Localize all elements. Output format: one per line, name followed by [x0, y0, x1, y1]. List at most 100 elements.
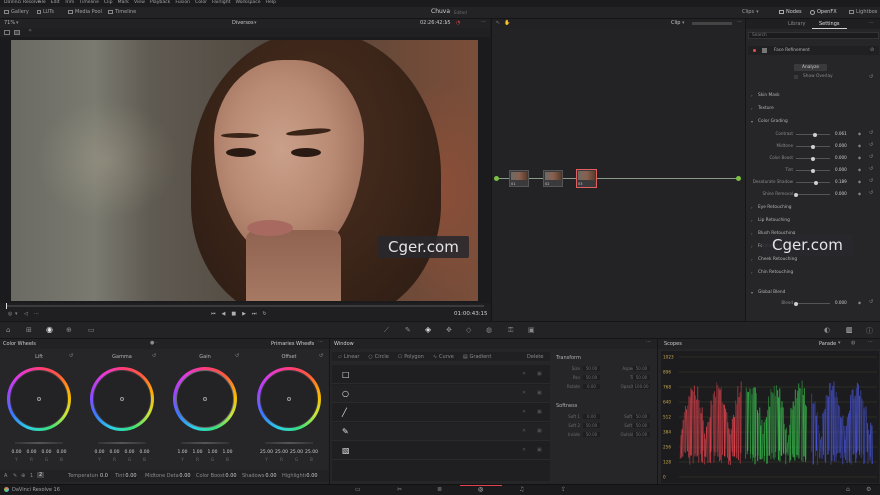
lightbox-button[interactable]: Lightbox — [849, 9, 878, 15]
wheel-value[interactable]: 1.00 — [205, 450, 220, 455]
keyframe-icon[interactable]: ◆ — [858, 300, 861, 305]
loop-icon[interactable]: ◎ — [8, 311, 12, 317]
info-icon[interactable]: ⓘ — [866, 326, 873, 336]
gear-icon[interactable]: ⚙ — [866, 486, 871, 493]
wheel-reset-icon[interactable]: ↺ — [319, 353, 323, 359]
picker-icon[interactable]: ✎ — [13, 473, 17, 479]
param-field[interactable]: 50.00 — [583, 423, 600, 428]
scopes-mode[interactable]: Parade — [819, 341, 836, 347]
scope-settings-icon[interactable]: ◍ — [851, 340, 855, 346]
window-tool-polygon[interactable]: ⬠ Polygon — [398, 354, 424, 360]
slider-knob[interactable] — [811, 156, 815, 161]
wheel-value[interactable]: 0.00 — [9, 450, 24, 455]
shuffle-icon[interactable]: ⋯ — [34, 311, 39, 317]
window-row[interactable] — [332, 423, 550, 441]
menu-item[interactable]: Workspace — [235, 0, 260, 7]
reset-icon[interactable]: ↺ — [869, 74, 873, 80]
effect-enable-dot[interactable] — [753, 49, 756, 52]
param-field[interactable]: 100.00 — [633, 384, 650, 389]
invert-icon[interactable]: ✕ — [522, 390, 526, 396]
auto-balance-icon[interactable]: A — [4, 473, 7, 479]
param-field[interactable]: 0.00 — [583, 414, 600, 419]
param-slider[interactable] — [794, 192, 830, 197]
highlights-value[interactable]: 0.00 — [306, 473, 318, 479]
clip-name[interactable]: Diversos — [232, 20, 254, 26]
param-field[interactable]: 50.00 — [583, 432, 600, 437]
layout-split-icon[interactable] — [14, 30, 20, 35]
clips-button[interactable]: Clips ▾ — [742, 9, 759, 15]
reverse-play-icon[interactable]: ◀ — [222, 311, 226, 317]
invert-icon[interactable]: ✕ — [522, 428, 526, 434]
param-field[interactable]: 50.00 — [583, 375, 600, 380]
more-icon[interactable]: ··· — [869, 20, 874, 26]
media-pool-button[interactable]: Media Pool — [68, 9, 102, 15]
param-field[interactable]: 50.00 — [633, 432, 650, 437]
param-slider[interactable] — [796, 132, 830, 137]
more-icon[interactable]: ··· — [646, 339, 651, 345]
menu-item[interactable]: Timeline — [79, 0, 99, 7]
menu-item[interactable]: Help — [266, 0, 276, 7]
wheel-value[interactable]: 0.00 — [39, 450, 54, 455]
analyze-button[interactable]: Analyze — [794, 64, 827, 71]
window-tool-circle[interactable]: ○ Circle — [368, 354, 388, 360]
pointer-icon[interactable]: ↖ — [496, 20, 500, 26]
window-tool-linear[interactable]: ▱ Linear — [338, 354, 359, 360]
mask-icon[interactable]: ▣ — [537, 390, 542, 396]
page-media-icon[interactable]: ▭ — [355, 486, 361, 493]
chevron-down-icon[interactable]: ▾ — [254, 20, 257, 26]
menu-item[interactable]: Color — [195, 0, 207, 7]
wheel-value[interactable]: 0.00 — [24, 450, 39, 455]
openfx-button[interactable]: OpenFX — [810, 9, 837, 15]
param-value[interactable]: 0.000 — [835, 143, 847, 148]
reset-icon[interactable]: ↺ — [869, 178, 873, 184]
chevron-right-icon[interactable]: › — [751, 270, 753, 275]
section-color-grading[interactable]: Color Grading — [758, 119, 788, 124]
tint-value[interactable]: 0.00 — [125, 473, 137, 479]
app-menu[interactable]: DaVinci Resolve — [4, 0, 41, 5]
temperature-value[interactable]: 0.0 — [98, 473, 110, 479]
wheel-value[interactable]: 25.00 — [289, 450, 304, 455]
window-tool-curve[interactable]: ∿ Curve — [433, 354, 454, 360]
invert-icon[interactable]: ✕ — [522, 409, 526, 415]
window-row[interactable] — [332, 366, 550, 384]
adjust-icon[interactable]: ⊕ — [21, 473, 25, 479]
param-slider[interactable] — [796, 156, 830, 161]
chevron-right-icon[interactable]: › — [751, 231, 753, 236]
playhead[interactable] — [6, 303, 7, 309]
section-eye-retouching[interactable]: Eye Retouching — [758, 205, 791, 210]
audio-icon[interactable]: ◁ — [24, 311, 28, 317]
color-wheels-icon[interactable]: ◉ — [46, 325, 53, 334]
wheels-mode[interactable]: Primaries Wheels — [271, 341, 314, 347]
menu-item[interactable]: Mark — [118, 0, 129, 7]
color-boost-value[interactable]: 0.00 — [225, 473, 237, 479]
nodes-button[interactable]: Nodes — [779, 9, 802, 15]
wheel-value[interactable]: 0.00 — [54, 450, 69, 455]
section-skin-mask[interactable]: Skin Mask — [758, 93, 780, 98]
home-icon[interactable]: ⌂ — [846, 486, 850, 493]
more-icon[interactable]: ··· — [318, 339, 323, 345]
reset-icon[interactable]: ↺ — [869, 190, 873, 196]
reset-icon[interactable]: ↺ — [869, 299, 873, 305]
hand-icon[interactable]: ✋ — [504, 20, 510, 26]
tracker-icon[interactable]: ✥ — [446, 326, 452, 334]
keyframe-icon[interactable]: ◆ — [858, 143, 861, 148]
chevron-right-icon[interactable]: › — [751, 205, 753, 210]
gallery-button[interactable]: Gallery — [4, 9, 29, 15]
loop-playback-icon[interactable]: ↻ — [262, 311, 266, 317]
slider-knob[interactable] — [794, 301, 798, 306]
node-03[interactable]: 03 — [576, 169, 597, 188]
wheel-master-slider[interactable] — [15, 442, 63, 444]
reset-icon[interactable]: ↺ — [869, 166, 873, 172]
magic-mask-icon[interactable]: ◇ — [466, 326, 471, 334]
timeline-button[interactable]: Timeline — [108, 9, 136, 15]
luts-button[interactable]: LUTs — [37, 9, 54, 15]
menu-item[interactable]: File — [38, 0, 46, 7]
page-fusion-icon[interactable]: ◎ — [478, 486, 483, 493]
chevron-right-icon[interactable]: › — [751, 93, 753, 98]
magic-wand-icon[interactable]: ✧ — [28, 28, 32, 34]
page-dots[interactable]: ● · — [150, 340, 158, 346]
wheel-value[interactable]: 1.00 — [175, 450, 190, 455]
param-slider[interactable] — [794, 301, 830, 306]
wheel-master-slider[interactable] — [265, 442, 313, 444]
page-edit-icon[interactable]: ≣ — [437, 486, 442, 493]
